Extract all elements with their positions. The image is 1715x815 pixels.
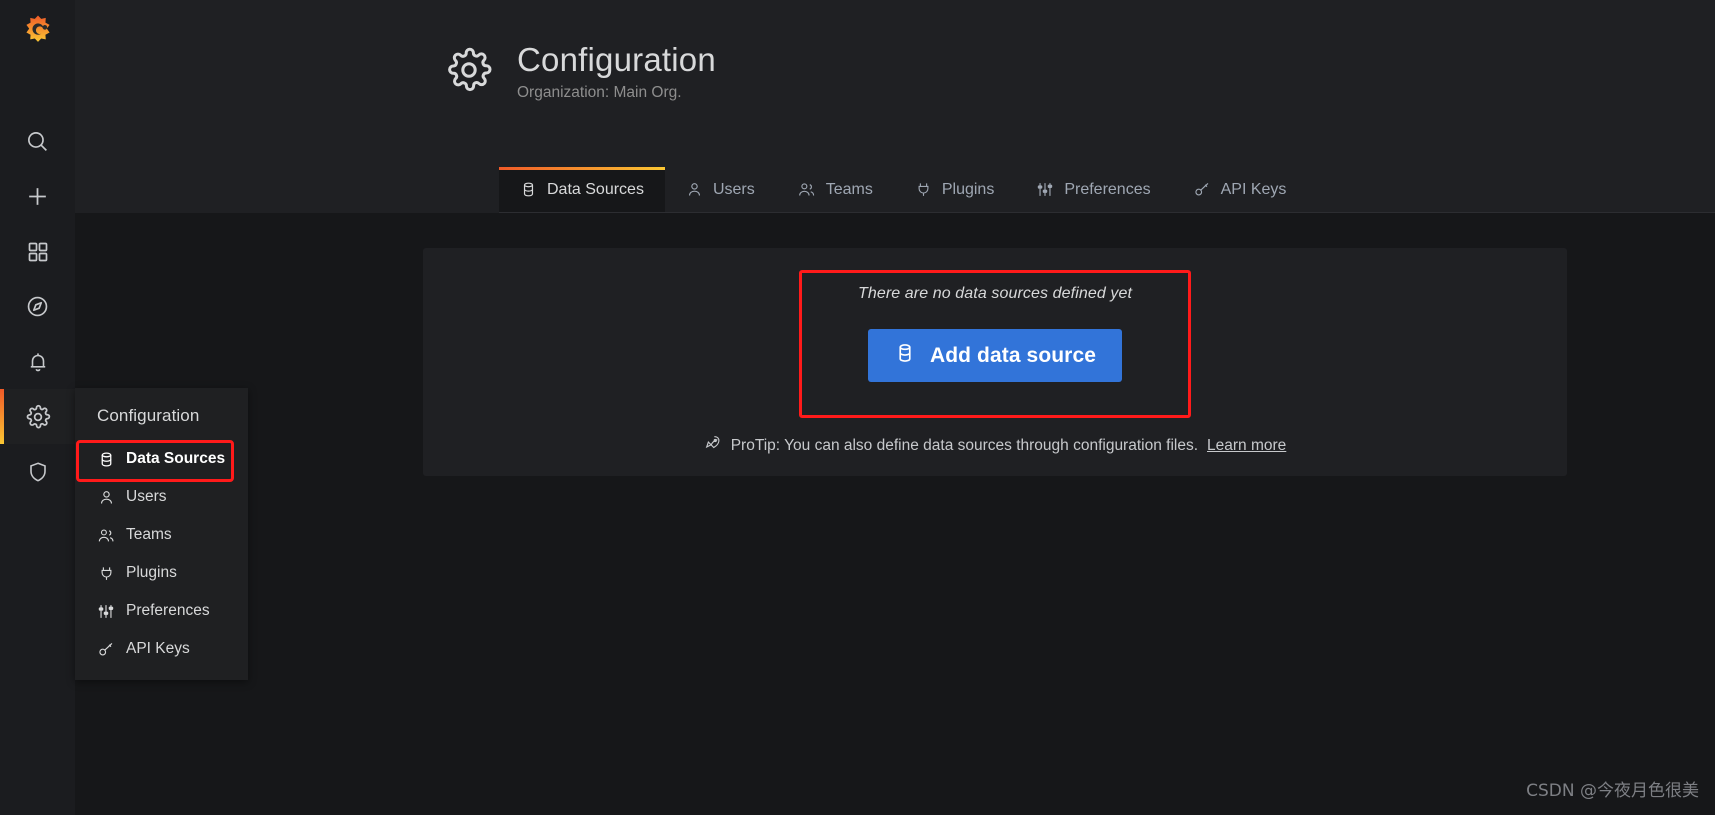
user-icon [686, 181, 703, 198]
flyout-item-data-sources[interactable]: Data Sources [75, 440, 248, 478]
key-icon [1193, 181, 1211, 198]
tab-label: Preferences [1064, 180, 1151, 198]
sidebar-item-dashboards[interactable] [0, 224, 75, 279]
bell-icon [26, 350, 50, 374]
dashboards-icon [26, 240, 50, 264]
database-icon [894, 342, 916, 370]
plus-icon [25, 184, 50, 209]
sidebar-item-create[interactable] [0, 169, 75, 224]
configuration-flyout-menu: Configuration Data Sources Users Teams P… [75, 388, 248, 680]
sidebar-item-alerting[interactable] [0, 334, 75, 389]
search-icon [25, 129, 50, 154]
tab-teams[interactable]: Teams [776, 167, 894, 212]
main-content: There are no data sources defined yet Ad… [75, 213, 1715, 815]
empty-state-message: There are no data sources defined yet [857, 285, 1133, 302]
user-icon [97, 489, 115, 506]
compass-icon [25, 294, 50, 319]
flyout-item-label: Data Sources [126, 450, 226, 467]
tab-label: Plugins [941, 180, 995, 198]
configuration-tabbar: Data Sources Users Teams Plugins Prefere… [499, 167, 1715, 213]
learn-more-link[interactable]: Learn more [1207, 437, 1286, 455]
watermark: CSDN @今夜月色很美 [1526, 781, 1699, 801]
database-icon [520, 181, 537, 198]
tab-label: Teams [825, 180, 873, 198]
flyout-title: Configuration [97, 406, 200, 425]
tab-label: Data Sources [547, 180, 644, 198]
tab-preferences[interactable]: Preferences [1015, 167, 1171, 212]
sidebar-item-configuration[interactable] [0, 389, 75, 444]
flyout-item-label: Plugins [126, 564, 177, 581]
sidebar-item-explore[interactable] [0, 279, 75, 334]
users-icon [797, 181, 816, 198]
add-data-source-button[interactable]: Add data source [867, 329, 1123, 382]
flyout-item-label: API Keys [126, 640, 190, 657]
tab-users[interactable]: Users [665, 167, 776, 212]
left-nav-rail [0, 0, 75, 815]
plug-icon [97, 565, 115, 582]
sidebar-item-search[interactable] [0, 114, 75, 169]
users-icon [97, 527, 115, 544]
sliders-icon [1036, 181, 1054, 198]
protip-text: ProTip: You can also define data sources… [730, 436, 1199, 454]
flyout-item-label: Preferences [126, 602, 210, 619]
database-icon [97, 451, 115, 468]
protip-row: ProTip: You can also define data sources… [423, 434, 1567, 457]
data-sources-panel: There are no data sources defined yet Ad… [423, 248, 1567, 476]
flyout-item-label: Teams [126, 526, 172, 543]
empty-state-highlight-box: There are no data sources defined yet Ad… [799, 270, 1191, 418]
flyout-item-users[interactable]: Users [75, 478, 248, 516]
page-title: Configuration [517, 41, 716, 78]
tab-label: API Keys [1220, 180, 1287, 198]
page-subtitle: Organization: Main Org. [517, 83, 682, 101]
shield-icon [26, 460, 50, 484]
grafana-configuration-page: Configuration Data Sources Users Teams P… [0, 0, 1715, 815]
flyout-item-teams[interactable]: Teams [75, 516, 248, 554]
key-icon [97, 641, 115, 658]
tab-api-keys[interactable]: API Keys [1172, 167, 1308, 212]
sliders-icon [97, 603, 115, 620]
grafana-logo-icon[interactable] [0, 0, 75, 62]
flyout-item-label: Users [126, 488, 167, 505]
page-header: Configuration Organization: Main Org. Da… [75, 0, 1715, 213]
tab-label: Users [712, 180, 755, 198]
tab-data-sources[interactable]: Data Sources [499, 167, 665, 212]
gear-icon [25, 404, 51, 430]
tab-plugins[interactable]: Plugins [894, 167, 1015, 212]
flyout-item-plugins[interactable]: Plugins [75, 554, 248, 592]
flyout-item-preferences[interactable]: Preferences [75, 592, 248, 630]
plug-icon [915, 181, 932, 198]
sidebar-item-server-admin[interactable] [0, 444, 75, 499]
flyout-item-api-keys[interactable]: API Keys [75, 630, 248, 668]
rocket-icon [704, 434, 722, 457]
add-data-source-label: Add data source [929, 343, 1097, 367]
gear-icon [445, 46, 493, 99]
